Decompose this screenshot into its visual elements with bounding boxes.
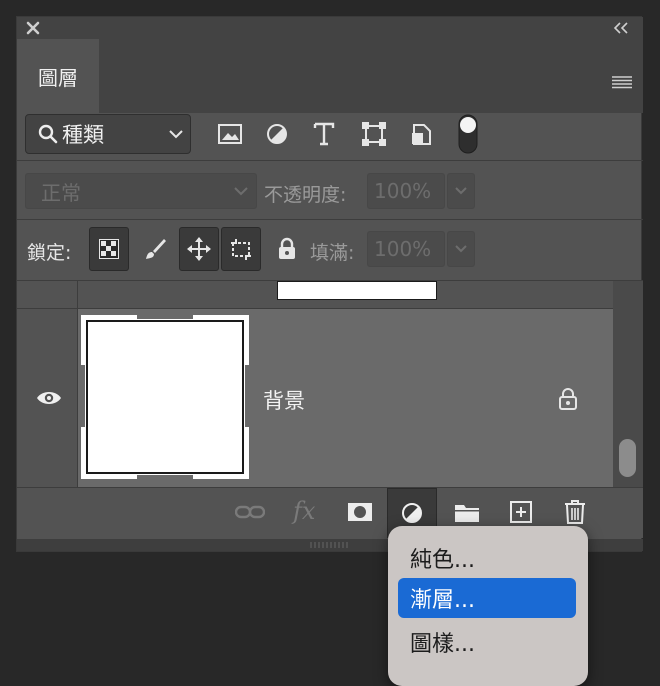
menu-item-pattern[interactable]: 圖樣...: [398, 622, 576, 662]
layer-style-fx-button[interactable]: fx: [293, 497, 315, 525]
chevron-down-icon: [233, 185, 249, 197]
new-layer-icon[interactable]: [509, 500, 533, 524]
lock-transparent-pixels-button[interactable]: [89, 227, 129, 271]
type-layer-filter-icon[interactable]: [313, 121, 335, 147]
trash-icon[interactable]: [563, 499, 587, 525]
checkerboard-icon: [99, 239, 119, 259]
chevron-down-icon: [168, 128, 184, 140]
add-mask-icon[interactable]: [347, 502, 373, 522]
filter-kind-label: 種類: [62, 123, 104, 147]
blend-mode-dropdown[interactable]: 正常: [25, 173, 257, 209]
layer-thumbnail: [277, 281, 437, 300]
lock-position-button[interactable]: [179, 227, 219, 271]
panel-menu-icon[interactable]: [611, 75, 633, 89]
fill-label: 填滿:: [310, 242, 355, 264]
opacity-value: 100%: [374, 179, 432, 203]
link-layers-icon[interactable]: [235, 504, 265, 520]
layers-list: 背景: [17, 281, 643, 487]
opacity-input[interactable]: 100%: [367, 173, 445, 209]
close-icon[interactable]: [25, 20, 41, 36]
move-icon: [186, 236, 212, 262]
new-group-folder-icon[interactable]: [453, 502, 481, 524]
layer-row[interactable]: 背景: [17, 309, 613, 487]
grip-icon: [310, 542, 348, 548]
blend-mode-value: 正常: [41, 180, 81, 205]
shape-layer-filter-icon[interactable]: [361, 121, 387, 147]
fill-input[interactable]: 100%: [367, 231, 445, 267]
layers-scrollbar-thumb[interactable]: [619, 439, 636, 477]
opacity-dropdown-button[interactable]: [447, 173, 475, 209]
lock-image-pixels-brush-icon[interactable]: [143, 237, 167, 261]
layer-name[interactable]: 背景: [263, 385, 305, 415]
tab-layers-label: 圖層: [38, 65, 78, 90]
layers-scrollbar-track[interactable]: [613, 281, 643, 487]
smart-object-filter-icon[interactable]: [411, 121, 433, 147]
adjustment-icon: [401, 502, 423, 524]
adjustment-layer-filter-icon[interactable]: [265, 122, 289, 146]
artboard-icon: [228, 236, 254, 262]
opacity-label: 不透明度:: [264, 184, 347, 206]
fill-value: 100%: [374, 237, 432, 261]
pixel-layer-filter-icon[interactable]: [217, 123, 243, 145]
menu-item-solid-color[interactable]: 純色...: [398, 538, 576, 578]
fill-adjustment-menu: 純色... 漸層... 圖樣...: [388, 526, 588, 686]
tab-layers[interactable]: 圖層: [17, 39, 99, 113]
collapse-icon[interactable]: [613, 21, 629, 35]
chevron-down-icon: [454, 244, 468, 254]
layer-thumbnail: [81, 315, 249, 479]
fill-dropdown-button[interactable]: [447, 231, 475, 267]
panel-top-bar: [17, 17, 643, 39]
panel-tab-row: 圖層: [17, 39, 643, 113]
eye-icon[interactable]: [36, 389, 62, 407]
layer-row-partial[interactable]: [17, 281, 613, 309]
lock-all-icon[interactable]: [277, 237, 297, 261]
layers-panel: 圖層 種類 正常 不透明度: 100% 鎖定: 填滿: 100% 背景 fx: [16, 16, 643, 552]
search-icon: [38, 124, 58, 144]
layer-lock-icon: [558, 387, 578, 411]
filter-kind-dropdown[interactable]: 種類: [25, 114, 191, 154]
lock-artboard-button[interactable]: [221, 227, 261, 271]
filter-toggle-switch[interactable]: [458, 114, 478, 154]
lock-label: 鎖定:: [27, 242, 72, 264]
chevron-down-icon: [454, 186, 468, 196]
menu-item-gradient[interactable]: 漸層...: [398, 578, 576, 618]
